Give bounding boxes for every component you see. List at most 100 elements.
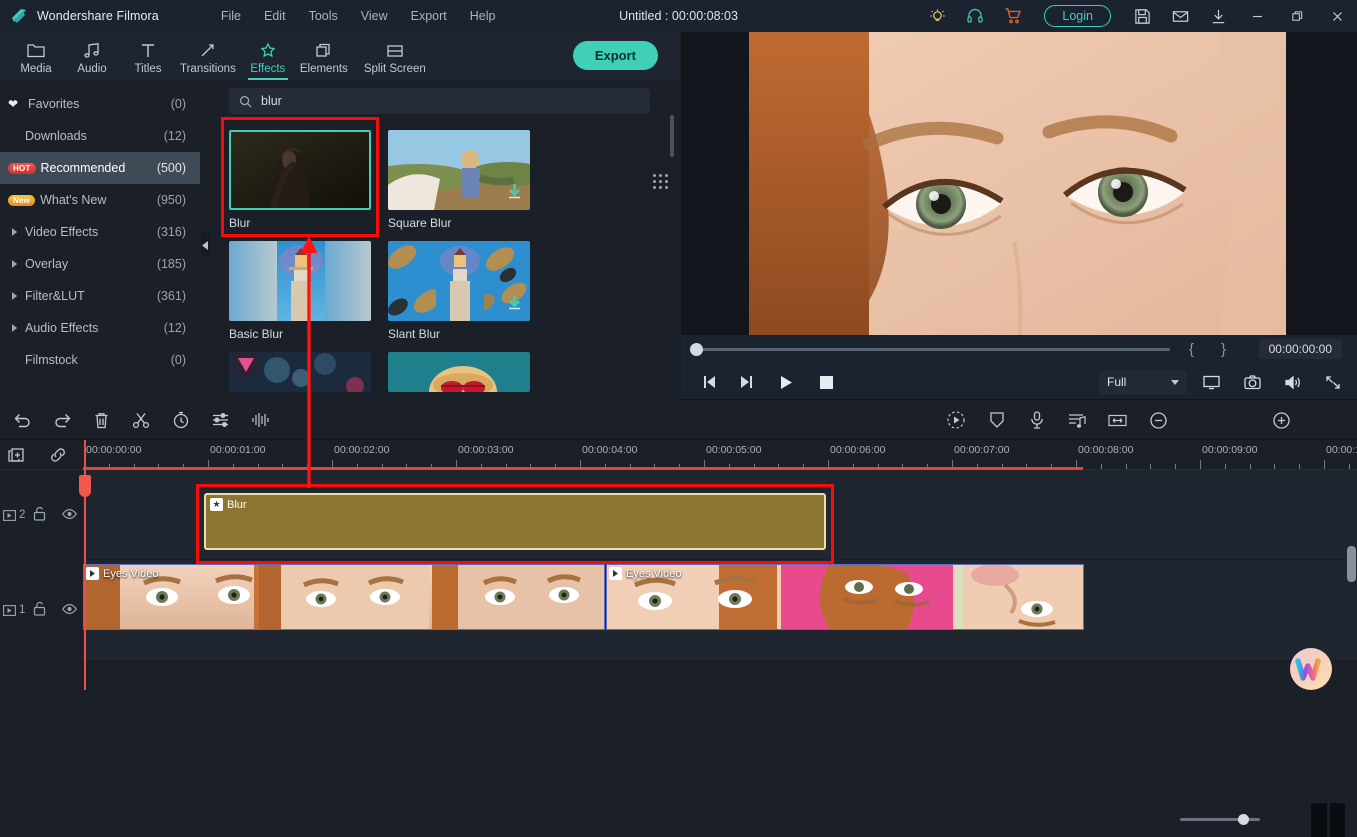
category-video-effects[interactable]: Video Effects (316) bbox=[0, 216, 200, 248]
category-label: Recommended bbox=[40, 161, 126, 175]
category-overlay[interactable]: Overlay (185) bbox=[0, 248, 200, 280]
tab-elements[interactable]: Elements bbox=[296, 32, 352, 82]
shield-mask-icon[interactable] bbox=[986, 409, 1008, 431]
video-clip-2[interactable]: Eyes Video bbox=[606, 564, 1084, 630]
save-icon[interactable] bbox=[1123, 0, 1161, 32]
headset-icon[interactable] bbox=[956, 0, 994, 32]
snapshot-icon[interactable] bbox=[1242, 373, 1262, 391]
eye-icon[interactable] bbox=[62, 508, 77, 523]
stop-icon[interactable] bbox=[816, 373, 836, 391]
effects-panel-scrollbar[interactable] bbox=[670, 115, 674, 157]
unlock-icon[interactable] bbox=[33, 601, 46, 619]
fit-timeline-icon[interactable] bbox=[1106, 409, 1128, 431]
video-clip-1[interactable]: Eyes Video bbox=[83, 564, 605, 630]
effect-thumbnail[interactable] bbox=[229, 130, 371, 210]
menu-help[interactable]: Help bbox=[470, 9, 496, 23]
audio-waveform-icon[interactable] bbox=[250, 409, 272, 431]
effect-card-square-blur[interactable]: Square Blur bbox=[388, 130, 530, 230]
undo-icon[interactable] bbox=[11, 409, 33, 431]
playhead-handle[interactable] bbox=[79, 475, 91, 497]
effect-card-sunglasses[interactable] bbox=[388, 352, 530, 392]
category-label: Downloads bbox=[25, 129, 87, 143]
effect-clip-blur[interactable]: ★ Blur bbox=[204, 493, 826, 550]
unlock-icon[interactable] bbox=[33, 506, 46, 524]
ruler-label: 00:00:07:00 bbox=[954, 444, 1010, 456]
preview-player[interactable] bbox=[681, 32, 1357, 335]
search-input[interactable]: blur bbox=[229, 88, 650, 114]
effect-thumbnail[interactable] bbox=[388, 130, 530, 210]
minimize-icon[interactable] bbox=[1237, 0, 1277, 32]
cart-icon[interactable] bbox=[994, 0, 1032, 32]
prev-frame-icon[interactable] bbox=[700, 373, 720, 391]
menu-export[interactable]: Export bbox=[411, 9, 447, 23]
tab-media[interactable]: Media bbox=[8, 32, 64, 82]
category-count: (950) bbox=[156, 193, 186, 207]
play-icon[interactable] bbox=[776, 373, 796, 391]
preview-timecode[interactable]: 00:00:00:00 bbox=[1258, 339, 1342, 359]
mail-icon[interactable] bbox=[1161, 0, 1199, 32]
titlebar-right-controls: Login bbox=[918, 0, 1357, 32]
login-button[interactable]: Login bbox=[1044, 5, 1111, 27]
effect-card-blur[interactable]: Blur bbox=[229, 130, 371, 230]
fullscreen-icon[interactable] bbox=[1323, 373, 1343, 391]
menu-tools[interactable]: Tools bbox=[309, 9, 338, 23]
category-downloads[interactable]: Downloads (12) bbox=[0, 120, 200, 152]
tab-effects[interactable]: Effects bbox=[240, 32, 296, 82]
category-favorites[interactable]: ❤ Favorites (0) bbox=[0, 88, 200, 120]
zoom-slider-handle[interactable] bbox=[1238, 814, 1249, 825]
menu-view[interactable]: View bbox=[361, 9, 388, 23]
add-marker-icon[interactable] bbox=[6, 444, 28, 466]
timeline-ruler[interactable]: 00:00:00:00 00:00:01:00 00:00:02:00 00:00:0… bbox=[0, 440, 1357, 470]
zoom-out-icon[interactable] bbox=[1147, 409, 1169, 431]
menu-edit[interactable]: Edit bbox=[264, 9, 286, 23]
music-note-icon bbox=[82, 39, 102, 59]
volume-icon[interactable] bbox=[1282, 373, 1302, 391]
app-name: Wondershare Filmora bbox=[37, 9, 159, 23]
seek-handle[interactable] bbox=[690, 343, 703, 356]
quality-select[interactable]: Full bbox=[1099, 370, 1187, 394]
menu-file[interactable]: File bbox=[221, 9, 241, 23]
delete-icon[interactable] bbox=[90, 409, 112, 431]
restore-icon[interactable] bbox=[1277, 0, 1317, 32]
split-scissors-icon[interactable] bbox=[130, 409, 152, 431]
link-chain-icon[interactable] bbox=[47, 444, 69, 466]
eye-icon[interactable] bbox=[62, 603, 77, 618]
download-icon[interactable] bbox=[508, 184, 521, 204]
tab-split-screen[interactable]: Split Screen bbox=[352, 32, 438, 82]
redo-icon[interactable] bbox=[51, 409, 73, 431]
mark-in-button[interactable]: { bbox=[1189, 341, 1194, 358]
export-button[interactable]: Export bbox=[572, 41, 658, 70]
tab-transitions[interactable]: Transitions bbox=[176, 32, 240, 82]
effect-card-slant-blur[interactable]: Slant Blur bbox=[388, 241, 530, 341]
seek-bar[interactable] bbox=[696, 348, 1170, 351]
next-frame-icon[interactable] bbox=[736, 373, 756, 391]
track-head-1[interactable]: 1 bbox=[0, 560, 82, 660]
download-icon[interactable] bbox=[1199, 0, 1237, 32]
adjust-sliders-icon[interactable] bbox=[210, 409, 232, 431]
category-filmstock[interactable]: Filmstock (0) bbox=[0, 344, 200, 376]
close-icon[interactable] bbox=[1317, 0, 1357, 32]
speed-clock-icon[interactable] bbox=[170, 409, 192, 431]
tab-audio[interactable]: Audio bbox=[64, 32, 120, 82]
voiceover-mic-icon[interactable] bbox=[1026, 409, 1048, 431]
track-index: 1 bbox=[19, 604, 26, 616]
category-whats-new[interactable]: New What's New (950) bbox=[0, 184, 200, 216]
category-audio-effects[interactable]: Audio Effects (12) bbox=[0, 312, 200, 344]
grid-view-toggle[interactable] bbox=[650, 171, 670, 191]
effect-thumbnail[interactable] bbox=[388, 352, 530, 392]
tab-titles[interactable]: Titles bbox=[120, 32, 176, 82]
motion-tracking-icon[interactable] bbox=[945, 409, 967, 431]
display-icon[interactable] bbox=[1201, 373, 1221, 391]
ruler-label: 00:00:09:00 bbox=[1202, 444, 1258, 456]
effect-thumbnail[interactable] bbox=[388, 241, 530, 321]
category-filter-lut[interactable]: Filter&LUT (361) bbox=[0, 280, 200, 312]
download-icon[interactable] bbox=[508, 295, 521, 315]
collapse-sidebar-button[interactable] bbox=[201, 233, 210, 257]
audio-detach-icon[interactable] bbox=[1066, 409, 1088, 431]
timeline-vertical-scrollbar[interactable] bbox=[1347, 546, 1356, 582]
bulb-icon[interactable] bbox=[918, 0, 956, 32]
zoom-in-icon[interactable] bbox=[1270, 409, 1292, 431]
mark-out-button[interactable]: } bbox=[1221, 341, 1226, 358]
category-recommended[interactable]: HOT Recommended (500) bbox=[0, 152, 200, 184]
track-head-2[interactable]: 2 bbox=[0, 470, 82, 560]
